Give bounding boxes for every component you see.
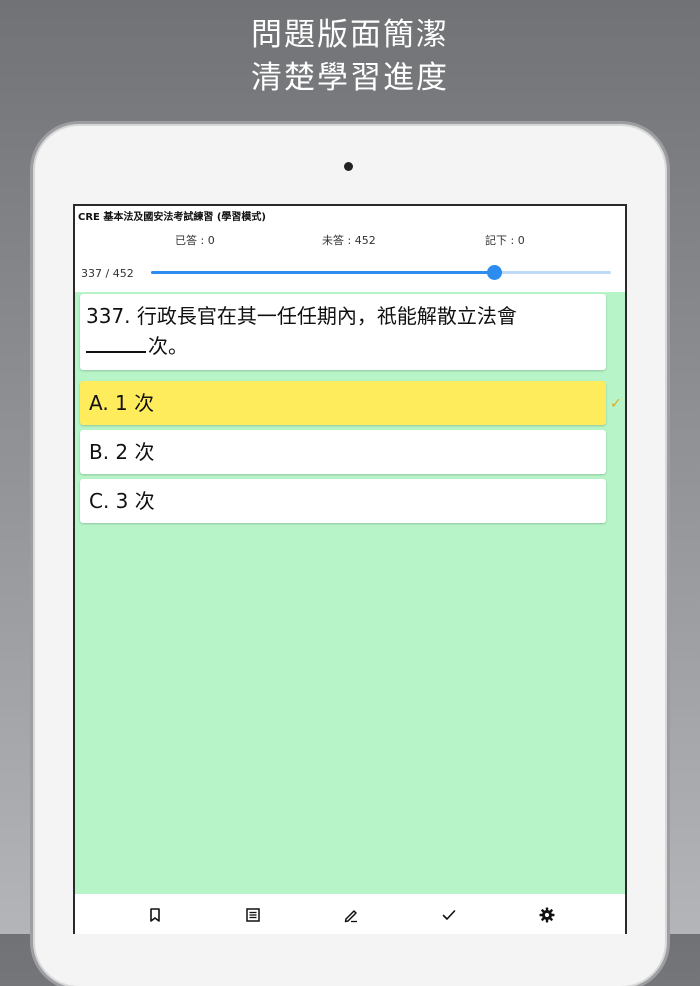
noted-count: 記下 : 0 bbox=[485, 234, 525, 247]
headline-line-2: 清楚學習進度 bbox=[251, 60, 449, 96]
answered-count: 已答 : 0 bbox=[175, 234, 215, 247]
selected-check-icon: ✓ bbox=[610, 396, 622, 412]
bottom-toolbar bbox=[75, 894, 625, 934]
question-card: 337. 行政長官在其一任任期內，祇能解散立法會 次。 bbox=[80, 294, 606, 370]
unanswered-count: 未答 : 452 bbox=[322, 234, 376, 247]
promo-headline: 問題版面簡潔 清楚學習進度 bbox=[0, 14, 700, 100]
header: CRE 基本法及國安法考試練習 (學習模式) 已答 : 0 未答 : 452 記… bbox=[75, 206, 625, 292]
app-title: CRE 基本法及國安法考試練習 (學習模式) bbox=[78, 212, 266, 223]
check-icon[interactable] bbox=[440, 906, 458, 924]
app-screen: CRE 基本法及國安法考試練習 (學習模式) 已答 : 0 未答 : 452 記… bbox=[73, 204, 627, 934]
gear-icon[interactable] bbox=[538, 906, 556, 924]
question-text: 337. 行政長官在其一任任期內，祇能解散立法會 bbox=[86, 304, 517, 328]
list-icon[interactable] bbox=[244, 906, 262, 924]
bookmark-icon[interactable] bbox=[146, 906, 164, 924]
camera-dot bbox=[344, 162, 353, 171]
option-a[interactable]: A. 1 次 bbox=[80, 381, 606, 425]
progress-slider-thumb[interactable] bbox=[486, 265, 502, 280]
answer-blank bbox=[86, 331, 146, 353]
option-b[interactable]: B. 2 次 bbox=[80, 430, 606, 474]
headline-line-1: 問題版面簡潔 bbox=[251, 17, 449, 53]
option-c[interactable]: C. 3 次 bbox=[80, 479, 606, 523]
question-text-end: 次。 bbox=[148, 334, 188, 358]
pen-icon[interactable] bbox=[342, 906, 360, 924]
progress-label: 337 / 452 bbox=[81, 267, 134, 280]
progress-slider[interactable] bbox=[151, 265, 611, 280]
progress-slider-fill bbox=[151, 271, 494, 274]
